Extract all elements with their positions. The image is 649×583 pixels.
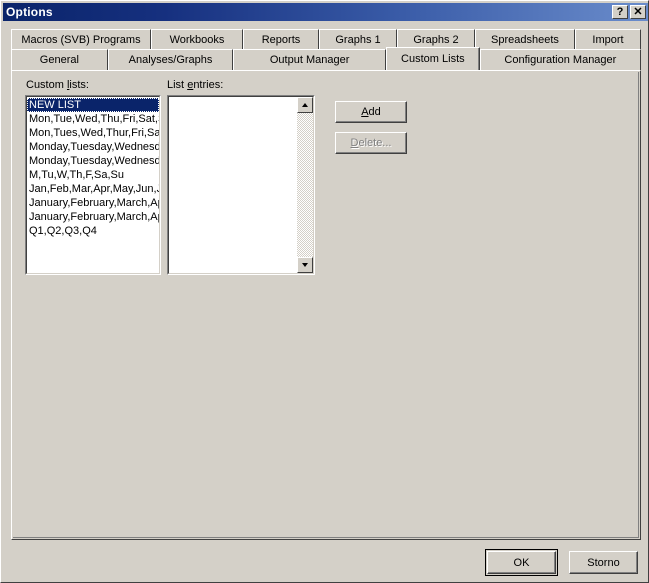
list-item[interactable]: Jan,Feb,Mar,Apr,May,Jun,Jul,Aug,Sep,Oct,… [27, 182, 159, 196]
tab-label: Analyses/Graphs [128, 54, 213, 66]
tab-label: Configuration Manager [504, 54, 617, 66]
custom-lists-listbox[interactable]: NEW LISTMon,Tue,Wed,Thu,Fri,Sat,SunMon,T… [25, 95, 161, 275]
arrow-up-icon [302, 103, 308, 107]
tab-configuration-manager[interactable]: Configuration Manager [479, 49, 642, 70]
list-item[interactable]: Mon,Tues,Wed,Thur,Fri,Sat,Sun [27, 126, 159, 140]
list-item[interactable]: January,February,March,April,May,June,Ju… [27, 196, 159, 210]
title-bar-buttons: ? ✕ [612, 5, 648, 19]
tab-custom-lists[interactable]: Custom Lists [385, 47, 480, 70]
tab-label: Graphs 2 [413, 34, 459, 46]
list-entries-listbox[interactable] [167, 95, 315, 275]
tab-row-2: General Analyses/Graphs Output Manager Cust… [11, 47, 642, 70]
tab-import[interactable]: Import [575, 29, 641, 50]
tab-label: Reports [261, 34, 301, 46]
cancel-button[interactable]: Storno [569, 551, 638, 574]
list-entries-items [169, 97, 297, 273]
help-button[interactable]: ? [612, 5, 628, 19]
list-item[interactable]: Monday,Tuesday,Wednesday,Thursday,Friday… [27, 140, 159, 154]
list-entries-inner [168, 96, 314, 274]
list-item[interactable]: M,Tu,W,Th,F,Sa,Su [27, 168, 159, 182]
list-entries-scrollbar[interactable] [297, 97, 313, 273]
tab-reports[interactable]: Reports [243, 29, 319, 50]
close-icon[interactable]: ✕ [630, 5, 646, 19]
tab-label: Spreadsheets [491, 34, 559, 46]
tab-label: General [39, 54, 79, 66]
tab-macros-svb-programs[interactable]: Macros (SVB) Programs [11, 29, 151, 50]
list-item[interactable]: January,February,March,April,May,June,Ju… [27, 210, 159, 224]
custom-lists-items: NEW LISTMon,Tue,Wed,Thu,Fri,Sat,SunMon,T… [27, 97, 159, 238]
tab-strip: Macros (SVB) Programs Workbooks Reports Gra… [11, 29, 642, 70]
tab-output-manager[interactable]: Output Manager [233, 49, 386, 70]
tab-analyses-graphs[interactable]: Analyses/Graphs [107, 49, 234, 70]
tab-label: Output Manager [269, 54, 350, 66]
add-button[interactable]: Add [335, 101, 407, 123]
window-title: Options [6, 5, 53, 19]
tab-label: Import [592, 34, 624, 46]
list-item[interactable]: Monday,Tuesday,Wednesday,Thursday,Friday… [27, 154, 159, 168]
custom-lists-label: Custom lists: [26, 79, 89, 91]
ok-button[interactable]: OK [487, 551, 556, 574]
scroll-up-button[interactable] [297, 97, 313, 113]
options-dialog: Options ? ✕ Macros (SVB) Programs Workboo… [0, 0, 649, 583]
title-bar[interactable]: Options ? ✕ [3, 3, 648, 21]
arrow-down-icon [302, 263, 308, 267]
tab-workbooks[interactable]: Workbooks [151, 29, 243, 50]
tab-label: Custom Lists [401, 53, 465, 65]
list-entries-label: List entries: [167, 79, 224, 91]
tab-label: Workbooks [169, 34, 225, 46]
tab-spreadsheets[interactable]: Spreadsheets [475, 29, 575, 50]
scroll-down-button[interactable] [297, 257, 313, 273]
list-item[interactable]: NEW LIST [27, 98, 159, 112]
tab-label: Macros (SVB) Programs [21, 34, 141, 46]
custom-lists-inner: NEW LISTMon,Tue,Wed,Thu,Fri,Sat,SunMon,T… [26, 96, 160, 274]
tab-label: Graphs 1 [335, 34, 381, 46]
list-item[interactable]: Mon,Tue,Wed,Thu,Fri,Sat,Sun [27, 112, 159, 126]
tab-row-1: Macros (SVB) Programs Workbooks Reports Gra… [11, 29, 641, 50]
tab-general[interactable]: General [11, 49, 108, 70]
list-item[interactable]: Q1,Q2,Q3,Q4 [27, 224, 159, 238]
delete-button: Delete... [335, 132, 407, 154]
